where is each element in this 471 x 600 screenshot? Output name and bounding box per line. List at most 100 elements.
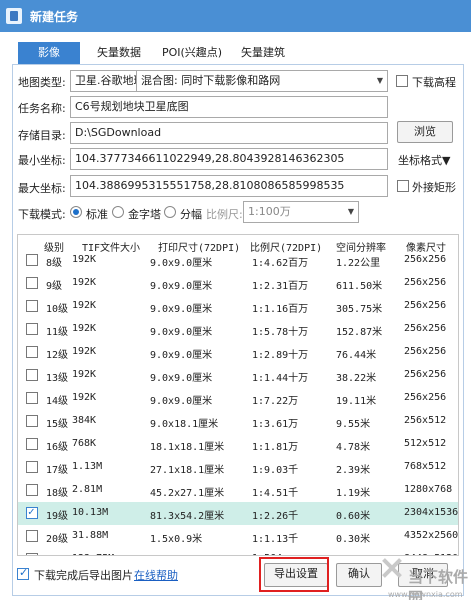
cell-print-size: 81.3x54.2厘米: [150, 511, 225, 522]
cell-level: 21级: [46, 553, 68, 555]
cell-resolution: 9.55米: [336, 419, 371, 430]
cell-level: 15级: [46, 419, 69, 430]
cell-pixel-size: 256x256: [404, 346, 447, 357]
scale-label: 比例尺:: [206, 208, 243, 221]
table-row[interactable]: 20级 31.88M 1.5x0.9米 1:1.13千 0.30米 4352x2560: [18, 525, 458, 548]
row-checkbox[interactable]: [26, 369, 38, 381]
tab-poi[interactable]: POI(兴趣点): [152, 42, 232, 64]
cell-tif-size: 192K: [72, 254, 97, 265]
cell-print-size: 45.2x27.1厘米: [150, 488, 225, 499]
cell-tif-size: 192K: [72, 323, 97, 334]
cell-level: 19级: [46, 511, 69, 522]
cell-tif-size: 1.13M: [72, 461, 103, 472]
cell-tif-size: 123.75M: [72, 553, 114, 555]
cell-print-size: 1.5x0.9米: [150, 534, 203, 545]
scale-select[interactable]: 1:100万: [243, 201, 359, 223]
cell-resolution: 38.22米: [336, 373, 377, 384]
cell-scale: 1:1.44十万: [252, 373, 309, 384]
task-name-input[interactable]: C6号规划地块卫星底图: [70, 96, 388, 118]
row-checkbox[interactable]: [26, 505, 38, 519]
table-row[interactable]: 15级 384K 9.0x18.1厘米 1:3.61万 9.55米 256x512: [18, 410, 458, 433]
row-checkbox[interactable]: [26, 323, 38, 335]
cell-print-size: 18.1x18.1厘米: [150, 442, 225, 453]
table-row[interactable]: 12级 192K 9.0x9.0厘米 1:2.89十万 76.44米 256x256: [18, 341, 458, 364]
cell-resolution: 152.87米: [336, 327, 383, 338]
cell-level: 8级: [46, 258, 63, 269]
table-row[interactable]: 17级 1.13M 27.1x18.1厘米 1:9.03千 2.39米 768x512: [18, 456, 458, 479]
row-checkbox[interactable]: [26, 346, 38, 358]
table-row[interactable]: 19级10.13M 81.3x54.2厘米 1:2.26千 0.60米 2304x153…: [18, 502, 458, 525]
download-elevation-checkbox[interactable]: [396, 75, 408, 87]
row-checkbox[interactable]: [26, 553, 38, 555]
cell-print-size: 9.0x9.0厘米: [150, 327, 213, 338]
save-dir-input[interactable]: D:\SGDownload: [70, 122, 388, 144]
max-coord-label: 最大坐标:: [18, 182, 66, 195]
row-checkbox[interactable]: [26, 300, 38, 312]
row-checkbox[interactable]: [26, 254, 38, 266]
window-title: 新建任务: [30, 10, 79, 24]
tab-vector-data[interactable]: 矢量数据: [88, 42, 150, 64]
cell-scale: 1:5.78十万: [252, 327, 309, 338]
table-row[interactable]: 13级 192K 9.0x9.0厘米 1:1.44十万 38.22米 256x256: [18, 364, 458, 387]
online-help-link[interactable]: 在线帮助: [134, 567, 178, 583]
row-checkbox[interactable]: [26, 530, 38, 542]
row-checkbox[interactable]: [26, 415, 38, 427]
cell-tif-size: 192K: [72, 346, 97, 357]
row-checkbox[interactable]: [26, 277, 38, 289]
tab-imagery[interactable]: 影像: [18, 42, 80, 64]
export-after-checkbox[interactable]: [17, 566, 29, 580]
min-coord-input[interactable]: 104.3777346611022949,28.8043928146362305: [70, 148, 388, 170]
table-row[interactable]: 9级 192K 9.0x9.0厘米 1:2.31百万 611.50米 256x256: [18, 272, 458, 295]
browse-button[interactable]: 浏览: [397, 121, 453, 143]
row-checkbox[interactable]: [26, 438, 38, 450]
row-checkbox[interactable]: [26, 392, 38, 404]
mode-pyramid-radio[interactable]: [112, 206, 124, 218]
cell-level: 16级: [46, 442, 69, 453]
table-row[interactable]: 10级 192K 9.0x9.0厘米 1:1.16百万 305.75米 256x256: [18, 295, 458, 318]
outer-rect-label: 外接矩形: [412, 181, 456, 194]
cell-tif-size: 384K: [72, 415, 97, 426]
task-name-label: 任务名称:: [18, 102, 66, 115]
cell-print-size: 3.0x1.8米: [150, 553, 202, 555]
tab-vector-buildings[interactable]: 矢量建筑: [232, 42, 294, 64]
cell-level: 18级: [46, 488, 69, 499]
cell-scale: 1:1.13千: [252, 534, 299, 545]
cell-print-size: 9.0x9.0厘米: [150, 373, 213, 384]
mode-tile-label: 分幅: [180, 208, 202, 221]
cell-print-size: 9.0x9.0厘米: [150, 350, 213, 361]
table-row[interactable]: 21级 123.75M 3.0x1.8米 1:564 0.15米 8448x5120: [18, 548, 458, 555]
cell-tif-size: 192K: [72, 392, 97, 403]
table-row[interactable]: 18级 2.81M 45.2x27.1厘米 1:4.51千 1.19米 1280x768: [18, 479, 458, 502]
outer-rect-checkbox[interactable]: [397, 180, 409, 192]
cell-resolution: 19.11米: [336, 396, 377, 407]
map-type-value[interactable]: 卫星.谷歌地球: [70, 70, 136, 92]
cell-pixel-size: 256x256: [404, 392, 447, 403]
cell-resolution: 1.22公里: [336, 258, 381, 269]
cell-print-size: 9.0x9.0厘米: [150, 396, 213, 407]
cell-pixel-size: 256x256: [404, 323, 447, 334]
coord-format-dropdown[interactable]: 坐标格式▼: [398, 152, 450, 168]
mode-standard-radio[interactable]: [70, 206, 82, 218]
cell-pixel-size: 512x512: [404, 438, 447, 449]
cell-print-size: 9.0x9.0厘米: [150, 258, 213, 269]
table-row[interactable]: 11级 192K 9.0x9.0厘米 1:5.78十万 152.87米 256x256: [18, 318, 458, 341]
ok-button[interactable]: 确认: [336, 563, 382, 587]
cell-print-size: 9.0x9.0厘米: [150, 281, 213, 292]
table-row[interactable]: 16级 768K 18.1x18.1厘米 1:1.81万 4.78米 512x512: [18, 433, 458, 456]
cell-resolution: 4.78米: [336, 442, 371, 453]
cell-level: 10级: [46, 304, 69, 315]
watermark-logo-icon: [380, 560, 404, 584]
map-subtype-select[interactable]: 混合图: 同时下载影像和路网: [136, 70, 388, 92]
table-row[interactable]: 8级 192K 9.0x9.0厘米 1:4.62百万 1.22公里 256x256: [18, 249, 458, 272]
cell-scale: 1:2.89十万: [252, 350, 309, 361]
cell-tif-size: 768K: [72, 438, 97, 449]
cell-pixel-size: 1280x768: [404, 484, 453, 495]
max-coord-input[interactable]: 104.3886995315551758,28.8108086585998535: [70, 175, 388, 197]
row-checkbox[interactable]: [26, 461, 38, 473]
cell-resolution: 0.30米: [336, 534, 371, 545]
cell-pixel-size: 256x256: [404, 300, 447, 311]
cell-resolution: 611.50米: [336, 281, 383, 292]
row-checkbox[interactable]: [26, 484, 38, 496]
mode-tile-radio[interactable]: [164, 206, 176, 218]
table-row[interactable]: 14级 192K 9.0x9.0厘米 1:7.22万 19.11米 256x256: [18, 387, 458, 410]
